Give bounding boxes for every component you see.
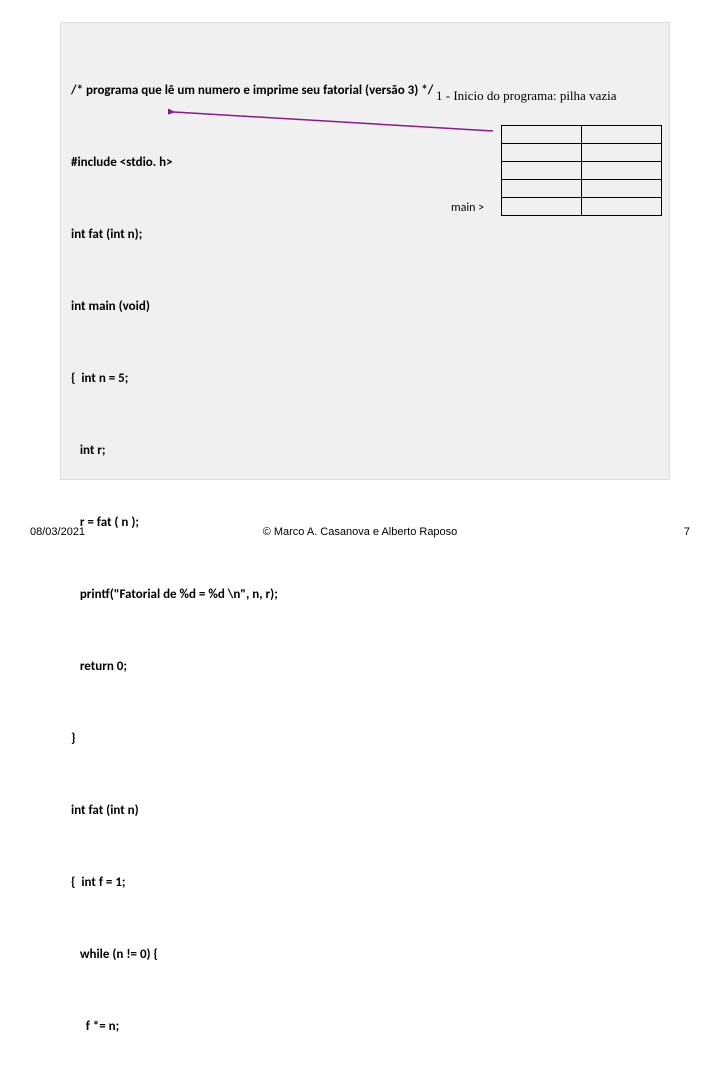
code-line: int r; bbox=[71, 439, 433, 463]
code-block: /* programa que lê um numero e imprime s… bbox=[71, 31, 433, 1080]
code-line: int main (void) bbox=[71, 295, 433, 319]
stack-cell bbox=[582, 198, 662, 216]
code-line: } bbox=[71, 727, 433, 751]
stack-cell bbox=[582, 162, 662, 180]
stack-cell bbox=[582, 144, 662, 162]
stack-cell bbox=[502, 180, 582, 198]
code-line: return 0; bbox=[71, 655, 433, 679]
footer-page-number: 7 bbox=[684, 526, 690, 538]
stack-cell bbox=[502, 198, 582, 216]
stack-cell bbox=[502, 126, 582, 144]
stack-cell bbox=[502, 162, 582, 180]
stack-cell bbox=[502, 144, 582, 162]
code-line: { int n = 5; bbox=[71, 367, 433, 391]
code-line: int fat (int n); bbox=[71, 223, 433, 247]
code-line: #include <stdio. h> bbox=[71, 151, 433, 175]
stack-table bbox=[501, 125, 662, 216]
stack-cell bbox=[582, 180, 662, 198]
slide-body: /* programa que lê um numero e imprime s… bbox=[60, 22, 670, 480]
code-line: { int f = 1; bbox=[71, 871, 433, 895]
code-line: f *= n; bbox=[71, 1015, 433, 1039]
code-line: /* programa que lê um numero e imprime s… bbox=[71, 79, 433, 103]
stack-title: 1 - Inicio do programa: pilha vazia bbox=[436, 88, 617, 104]
code-line: while (n != 0) { bbox=[71, 943, 433, 967]
code-line: printf("Fatorial de %d = %d \n", n, r); bbox=[71, 583, 433, 607]
footer-copyright: © Marco A. Casanova e Alberto Raposo bbox=[0, 526, 720, 538]
stack-cell bbox=[582, 126, 662, 144]
code-line: int fat (int n) bbox=[71, 799, 433, 823]
stack-main-label: main > bbox=[451, 201, 484, 215]
